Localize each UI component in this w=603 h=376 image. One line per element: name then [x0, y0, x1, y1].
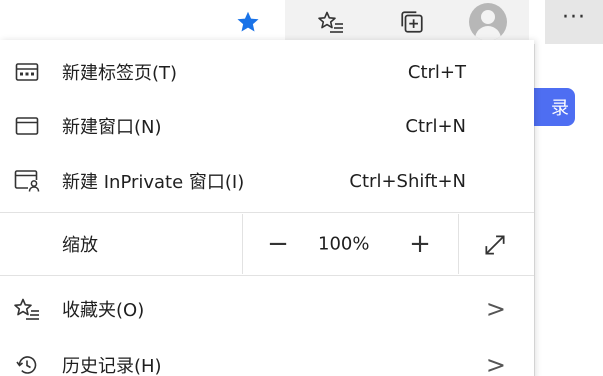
- menu-item-new-window[interactable]: 新建窗口(N) Ctrl+N: [0, 98, 534, 154]
- new-window-icon: [12, 111, 42, 141]
- favorites-button[interactable]: [285, 0, 377, 44]
- browser-toolbar: ···: [0, 0, 603, 44]
- fullscreen-button[interactable]: [478, 228, 512, 262]
- menu-item-new-tab[interactable]: 新建标签页(T) Ctrl+T: [0, 44, 534, 100]
- login-button-label: 录: [551, 98, 569, 119]
- menu-item-shortcut: Ctrl+Shift+N: [349, 170, 466, 192]
- menu-divider: [0, 212, 534, 213]
- zoom-out-button[interactable]: −: [262, 228, 294, 260]
- menu-item-shortcut: Ctrl+N: [405, 115, 466, 137]
- chevron-right-icon: >: [485, 351, 506, 376]
- avatar: [469, 3, 507, 41]
- menu-item-new-inprivate-window[interactable]: 新建 InPrivate 窗口(I) Ctrl+Shift+N: [0, 153, 534, 209]
- zoom-separator: [458, 214, 459, 274]
- menu-item-label: 新建 InPrivate 窗口(I): [62, 172, 245, 193]
- zoom-separator: [242, 214, 243, 274]
- profile-button[interactable]: [447, 0, 529, 44]
- history-icon: [12, 350, 42, 376]
- new-tab-icon: [12, 57, 42, 87]
- zoom-level: 100%: [318, 233, 370, 255]
- favorites-list-icon: [12, 294, 42, 324]
- menu-item-label: 新建标签页(T): [62, 63, 178, 84]
- zoom-in-button[interactable]: +: [404, 228, 436, 260]
- inprivate-window-icon: [12, 166, 42, 196]
- chevron-right-icon: >: [485, 295, 506, 323]
- menu-item-favorites[interactable]: 收藏夹(O) >: [0, 281, 534, 337]
- star-filled-icon: [237, 11, 259, 32]
- browser-window: ··· 录 新建标签页(T) Ctrl+T 新建窗口(N) Ctrl+N 新建 …: [0, 0, 603, 376]
- settings-menu: 新建标签页(T) Ctrl+T 新建窗口(N) Ctrl+N 新建 InPriv…: [0, 40, 534, 376]
- menu-item-label: 历史记录(H): [62, 356, 162, 376]
- favorites-list-icon: [318, 11, 343, 33]
- menu-item-history[interactable]: 历史记录(H) >: [0, 337, 534, 376]
- menu-item-shortcut: Ctrl+T: [407, 61, 466, 83]
- menu-item-label: 收藏夹(O): [62, 300, 145, 321]
- more-icon: ···: [562, 5, 586, 30]
- zoom-control-row: 缩放 − 100% +: [0, 214, 534, 274]
- settings-more-button[interactable]: ···: [545, 0, 603, 44]
- zoom-label: 缩放: [62, 235, 98, 256]
- avatar-head-shape: [481, 10, 495, 24]
- menu-divider: [0, 275, 534, 276]
- menu-item-label: 新建窗口(N): [62, 117, 162, 138]
- fullscreen-icon: [485, 235, 505, 255]
- collections-icon: [401, 11, 423, 33]
- add-favorite-button[interactable]: [225, 0, 271, 44]
- avatar-shoulders-shape: [475, 26, 501, 41]
- collections-button[interactable]: [377, 0, 447, 44]
